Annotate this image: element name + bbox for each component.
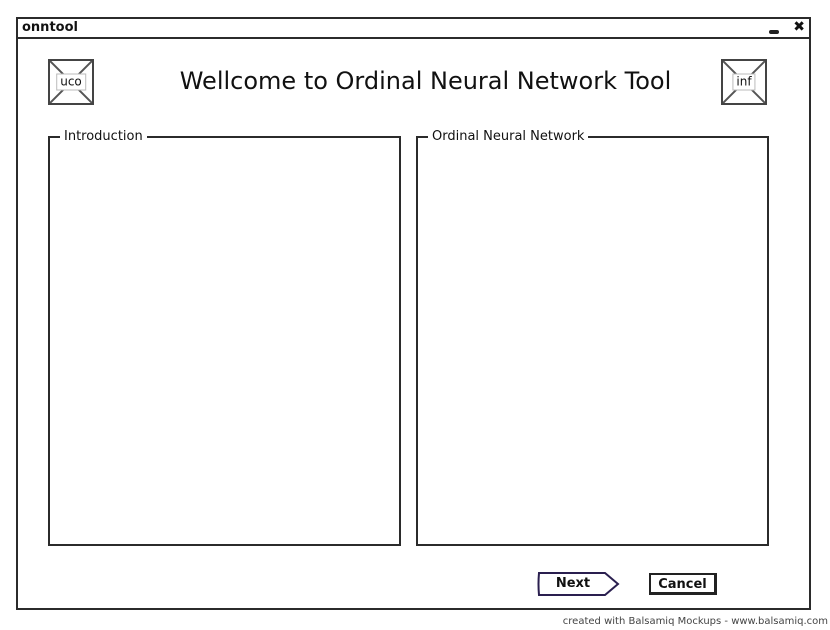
close-icon[interactable]: ✖ [793,20,805,34]
window-title: onntool [22,20,78,35]
next-button[interactable]: Next [537,571,621,597]
minimize-icon[interactable] [769,30,780,34]
title-bar: onntool ✖ [18,19,809,39]
app-window: onntool ✖ uco Wellcome to Ordinal Neural… [16,17,811,610]
introduction-panel: Introduction [48,129,401,546]
ordinal-neural-network-panel-label: Ordinal Neural Network [428,129,589,145]
window-controls: ✖ [769,19,805,37]
inf-logo-label: inf [732,73,756,91]
ordinal-neural-network-panel: Ordinal Neural Network [416,129,769,546]
uco-logo-image: uco [48,59,94,105]
page-title: Wellcome to Ordinal Neural Network Tool [179,67,672,95]
uco-logo-label: uco [56,73,86,91]
next-button-label: Next [555,576,591,591]
watermark-text: created with Balsamiq Mockups - www.bals… [562,616,828,627]
cancel-button[interactable]: Cancel [649,573,717,595]
inf-logo-image: inf [721,59,767,105]
introduction-panel-label: Introduction [60,129,147,145]
